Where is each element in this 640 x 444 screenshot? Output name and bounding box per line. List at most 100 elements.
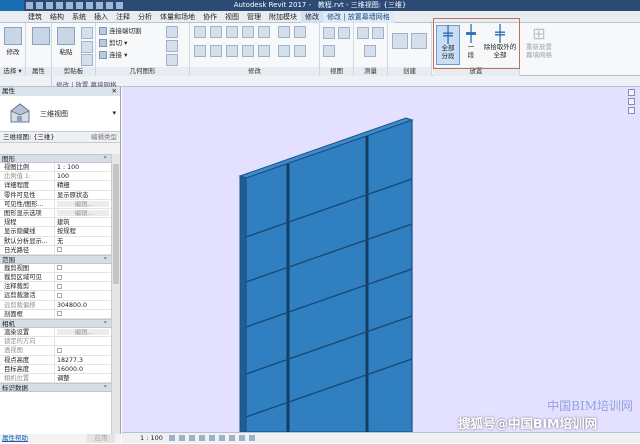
visual-style-icon[interactable] bbox=[178, 435, 185, 441]
regrid-button[interactable]: ⊞ 重新放置 幕墙网格 bbox=[523, 25, 555, 65]
temp-hide-icon[interactable] bbox=[248, 435, 255, 441]
property-edit-button[interactable]: 编辑... bbox=[57, 200, 109, 207]
create-assembly-icon[interactable] bbox=[392, 33, 408, 49]
lock-view-icon[interactable] bbox=[238, 435, 245, 441]
aligned-dimension-icon[interactable] bbox=[364, 45, 376, 57]
tab-addins[interactable]: 附加模块 bbox=[265, 11, 301, 23]
crop-region-icon[interactable] bbox=[228, 435, 235, 441]
copy-icon[interactable] bbox=[81, 41, 93, 53]
tab-analyze[interactable]: 分析 bbox=[134, 11, 156, 23]
mirror-draw-icon[interactable] bbox=[242, 26, 254, 38]
property-checkbox[interactable] bbox=[57, 283, 62, 289]
join-geometry-button[interactable]: 连接 ▾ bbox=[99, 50, 127, 61]
property-checkbox[interactable] bbox=[57, 292, 62, 298]
chevron-down-icon[interactable]: ▾ bbox=[112, 109, 116, 117]
cut-geometry-button[interactable]: 剪切 ▾ bbox=[99, 38, 127, 49]
view-instance-selector[interactable]: 三维视图: {三维} 编辑类型 bbox=[0, 132, 120, 143]
measure-icon[interactable] bbox=[357, 27, 369, 39]
select-panel-label[interactable]: 选择 ▾ bbox=[0, 67, 25, 76]
restore-icon[interactable] bbox=[628, 98, 635, 105]
scrollbar-thumb[interactable] bbox=[113, 164, 119, 284]
property-checkbox[interactable] bbox=[57, 347, 62, 353]
tab-collaborate[interactable]: 协作 bbox=[199, 11, 221, 23]
view-scale[interactable]: 1 : 100 bbox=[140, 434, 163, 442]
unpin-icon[interactable] bbox=[278, 45, 290, 57]
modify-button[interactable]: 修改 bbox=[0, 25, 26, 63]
property-checkbox[interactable] bbox=[57, 311, 62, 317]
properties-help-link[interactable]: 属性帮助 bbox=[2, 434, 28, 442]
cut-icon[interactable] bbox=[81, 27, 93, 39]
pin-icon[interactable] bbox=[294, 26, 306, 38]
match-type-icon[interactable] bbox=[81, 54, 93, 66]
type-selector[interactable]: 三维视图 ▾ bbox=[0, 96, 120, 132]
tab-annotate[interactable]: 注释 bbox=[112, 11, 134, 23]
move-icon[interactable] bbox=[194, 45, 206, 57]
paint-icon[interactable] bbox=[166, 54, 178, 66]
3d-viewport[interactable] bbox=[122, 87, 640, 432]
tab-place-curtain-grid[interactable]: 修改 | 放置幕墙网格 bbox=[323, 11, 394, 23]
copy-element-icon[interactable] bbox=[210, 45, 222, 57]
tab-manage[interactable]: 管理 bbox=[243, 11, 265, 23]
property-value[interactable] bbox=[55, 282, 111, 290]
cope-button[interactable]: 连接端切割 bbox=[99, 26, 142, 37]
property-category[interactable]: 标识数据 ⌃ bbox=[0, 383, 111, 393]
paste-button[interactable]: 粘贴 bbox=[53, 25, 79, 63]
split-icon[interactable] bbox=[258, 26, 270, 38]
properties-button[interactable] bbox=[28, 25, 54, 63]
close-view-icon[interactable] bbox=[628, 107, 635, 114]
tab-modify[interactable]: 修改 bbox=[301, 11, 323, 23]
detail-level-icon[interactable] bbox=[168, 435, 175, 441]
edit-type-button[interactable]: 编辑类型 bbox=[91, 132, 117, 143]
property-checkbox[interactable] bbox=[57, 247, 62, 253]
watermark-faint: 中国BIM培训网 bbox=[547, 399, 633, 413]
property-category[interactable]: 相机 ⌃ bbox=[0, 319, 111, 328]
delete-icon[interactable] bbox=[294, 45, 306, 57]
property-category[interactable]: 范围 ⌃ bbox=[0, 254, 111, 265]
tab-insert[interactable]: 插入 bbox=[90, 11, 112, 23]
render-icon[interactable] bbox=[208, 435, 215, 441]
property-value[interactable] bbox=[55, 273, 111, 281]
ribbon-tabs: 建筑 结构 系统 插入 注释 分析 体量和场地 协作 视图 管理 附加模块 修改 修改 | 放置幕墙网格 bbox=[0, 11, 640, 23]
tab-structure[interactable]: 结构 bbox=[46, 11, 68, 23]
dimension-icon[interactable] bbox=[372, 27, 384, 39]
collapse-icon[interactable]: ⌃ bbox=[103, 320, 108, 329]
property-value[interactable] bbox=[55, 291, 111, 299]
property-edit-button[interactable]: 编辑... bbox=[57, 329, 109, 336]
trim-icon[interactable] bbox=[242, 45, 254, 57]
property-checkbox[interactable] bbox=[57, 274, 62, 280]
collapse-icon[interactable]: ⌃ bbox=[103, 384, 108, 393]
tab-view[interactable]: 视图 bbox=[221, 11, 243, 23]
property-value[interactable] bbox=[55, 264, 111, 272]
tab-systems[interactable]: 系统 bbox=[68, 11, 90, 23]
apply-button[interactable]: 应用 bbox=[87, 434, 115, 443]
align-icon[interactable] bbox=[194, 26, 206, 38]
collapse-icon[interactable]: ⌃ bbox=[103, 155, 108, 164]
property-category[interactable]: 图形 ⌃ bbox=[0, 154, 111, 163]
crop-icon[interactable] bbox=[218, 435, 225, 441]
create-group-icon[interactable] bbox=[411, 33, 427, 49]
mirror-axis-icon[interactable] bbox=[226, 26, 238, 38]
split-face-icon[interactable] bbox=[166, 40, 178, 52]
sun-path-icon[interactable] bbox=[188, 435, 195, 441]
shadows-icon[interactable] bbox=[198, 435, 205, 441]
linework-icon[interactable] bbox=[323, 45, 335, 57]
hide-icon[interactable] bbox=[323, 27, 335, 39]
rotate-icon[interactable] bbox=[226, 45, 238, 57]
property-edit-button[interactable]: 编辑... bbox=[57, 209, 109, 217]
property-value[interactable] bbox=[55, 246, 111, 254]
array-icon[interactable] bbox=[258, 45, 270, 57]
minimize-icon[interactable] bbox=[628, 89, 635, 96]
override-graphics-icon[interactable] bbox=[338, 27, 350, 39]
offset-icon[interactable] bbox=[210, 26, 222, 38]
property-key: 裁剪视图 bbox=[0, 263, 55, 273]
property-checkbox[interactable] bbox=[57, 265, 62, 271]
wall-joins-icon[interactable] bbox=[166, 26, 178, 38]
tab-massing-site[interactable]: 体量和场地 bbox=[156, 11, 199, 23]
scale-icon[interactable] bbox=[278, 26, 290, 38]
property-value[interactable] bbox=[55, 346, 111, 354]
tab-architecture[interactable]: 建筑 bbox=[24, 11, 46, 23]
collapse-icon[interactable]: ⌃ bbox=[103, 256, 108, 265]
close-icon[interactable]: ✕ bbox=[112, 87, 120, 96]
properties-scrollbar[interactable] bbox=[111, 154, 120, 434]
property-value[interactable] bbox=[55, 310, 111, 318]
